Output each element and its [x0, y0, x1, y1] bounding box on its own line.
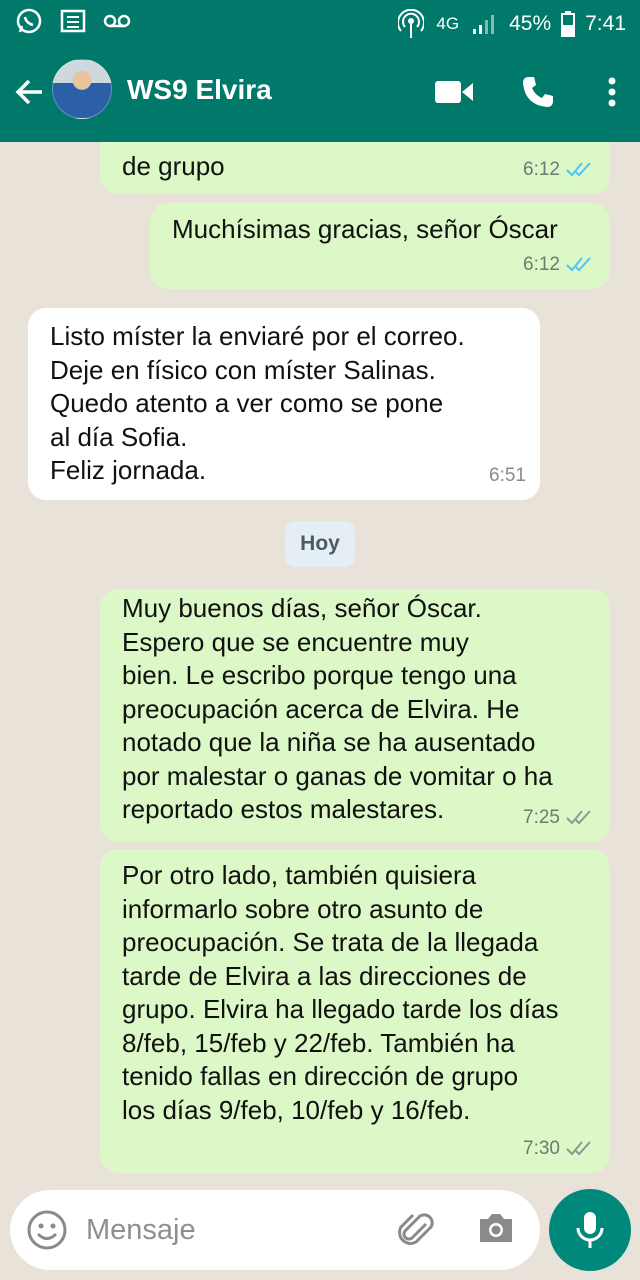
emoji-button[interactable] [26, 1209, 68, 1251]
read-ticks-icon [566, 162, 591, 177]
message-text: Muchísimas gracias, señor Óscar [172, 214, 558, 244]
message-bubble-incoming[interactable]: Listo míster la enviaré por el correo. D… [28, 308, 540, 500]
hotspot-icon [396, 9, 426, 39]
camera-icon [480, 1214, 512, 1242]
news-notification-icon [58, 6, 88, 36]
message-input[interactable] [86, 1206, 366, 1254]
date-separator: Hoy [285, 521, 355, 567]
voice-call-button[interactable] [518, 72, 558, 112]
message-time: 6:12 [523, 158, 560, 180]
message-bubble-outgoing[interactable]: Muchísimas gracias, señor Óscar 6:12 [150, 203, 610, 289]
chat-header: WS9 Elvira [0, 44, 640, 142]
camera-button[interactable] [476, 1210, 518, 1252]
status-time: 7:41 [585, 12, 626, 35]
microphone-icon [576, 1212, 604, 1248]
arrow-left-icon [15, 79, 42, 105]
battery-icon [561, 9, 576, 39]
message-time: 7:30 [523, 1137, 560, 1159]
status-bar: 4G 45% 7:41 [0, 0, 640, 44]
back-button[interactable] [10, 72, 50, 112]
attach-button[interactable] [396, 1210, 438, 1252]
network-type: 4G [436, 14, 460, 33]
message-bubble-outgoing[interactable]: de grupo 6:12 [100, 142, 610, 194]
message-text: de grupo [122, 151, 225, 181]
message-text: Muy buenos días, señor Óscar. Espero que… [122, 593, 553, 824]
message-bubble-outgoing[interactable]: Por otro lado, también quisiera informar… [100, 849, 610, 1173]
phone-icon [523, 77, 553, 107]
paperclip-icon [398, 1213, 434, 1245]
message-bubble-outgoing[interactable]: Muy buenos días, señor Óscar. Espero que… [100, 589, 610, 842]
delivered-ticks-icon [566, 810, 591, 825]
more-options-button[interactable] [602, 72, 622, 112]
smiley-icon [27, 1210, 67, 1250]
message-time: 7:25 [523, 806, 560, 828]
video-call-button[interactable] [434, 72, 474, 112]
whatsapp-notification-icon [14, 6, 44, 36]
battery-percent: 45% [509, 12, 552, 35]
compose-bar [10, 1190, 540, 1270]
message-text: Por otro lado, también quisiera informar… [122, 860, 559, 1125]
message-text: Listo míster la enviaré por el correo. D… [50, 321, 465, 485]
contact-name[interactable]: WS9 Elvira [127, 74, 272, 106]
message-time: 6:12 [523, 253, 560, 275]
message-list[interactable]: de grupo 6:12 Muchísimas gracias, señor … [0, 142, 640, 1188]
voicemail-icon [102, 6, 132, 36]
video-camera-icon [435, 81, 473, 103]
delivered-ticks-icon [566, 1141, 591, 1156]
message-time: 6:51 [489, 464, 526, 486]
avatar[interactable] [52, 59, 112, 119]
read-ticks-icon [566, 257, 591, 272]
more-vertical-icon [608, 77, 616, 107]
voice-record-button[interactable] [549, 1189, 631, 1271]
signal-icon [469, 9, 499, 39]
